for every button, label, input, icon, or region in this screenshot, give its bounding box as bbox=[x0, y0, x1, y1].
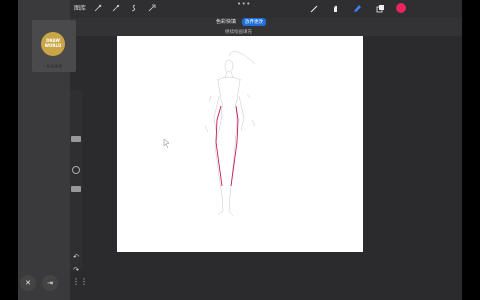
brush-size-slider[interactable] bbox=[71, 136, 81, 142]
wrench-icon[interactable] bbox=[93, 3, 103, 13]
undo-button[interactable]: ↶ bbox=[72, 253, 80, 261]
draw-world-logo: DRAW WORLD bbox=[41, 32, 65, 56]
discard-changes-button[interactable]: 放弃更改 bbox=[242, 18, 266, 26]
adjustments-icon[interactable] bbox=[111, 3, 121, 13]
drawing-canvas[interactable] bbox=[117, 36, 363, 252]
left-letterbox bbox=[0, 0, 18, 300]
gallery-button[interactable]: 图库 bbox=[74, 3, 86, 12]
brush-sidebar bbox=[70, 90, 82, 270]
more-menu[interactable]: ••• bbox=[237, 0, 251, 8]
close-icon: ✕ bbox=[25, 279, 31, 287]
eraser-icon[interactable] bbox=[352, 3, 362, 13]
layers-icon[interactable] bbox=[375, 3, 385, 13]
close-button[interactable]: ✕ bbox=[20, 275, 36, 291]
color-swatch[interactable] bbox=[396, 3, 406, 13]
thumbnail-caption: 一 起 画 画 吧 bbox=[43, 64, 62, 68]
smudge-icon[interactable] bbox=[330, 3, 340, 13]
document-bar bbox=[70, 18, 462, 36]
exit-icon: ⇥ bbox=[47, 279, 53, 287]
procreate-app: 图库 ••• 色彩快填 放弃更改 继续绘画填充 DRAW WORLD 一 起 画… bbox=[0, 0, 480, 300]
logo-text: DRAW WORLD bbox=[44, 38, 62, 48]
brush-icon[interactable] bbox=[309, 3, 319, 13]
exit-button[interactable]: ⇥ bbox=[42, 275, 58, 291]
right-letterbox bbox=[462, 0, 480, 300]
modifier-button[interactable] bbox=[72, 166, 80, 174]
sketch-figure bbox=[163, 51, 256, 217]
grid-icon[interactable]: ⋮⋮ bbox=[72, 277, 88, 286]
selection-icon[interactable] bbox=[129, 3, 139, 13]
document-subtitle: 继续绘画填充 bbox=[225, 30, 252, 35]
brush-opacity-slider[interactable] bbox=[71, 186, 81, 192]
redo-button[interactable]: ↷ bbox=[72, 266, 80, 274]
document-title: 色彩快填 bbox=[216, 19, 237, 25]
transform-icon[interactable] bbox=[147, 3, 157, 13]
